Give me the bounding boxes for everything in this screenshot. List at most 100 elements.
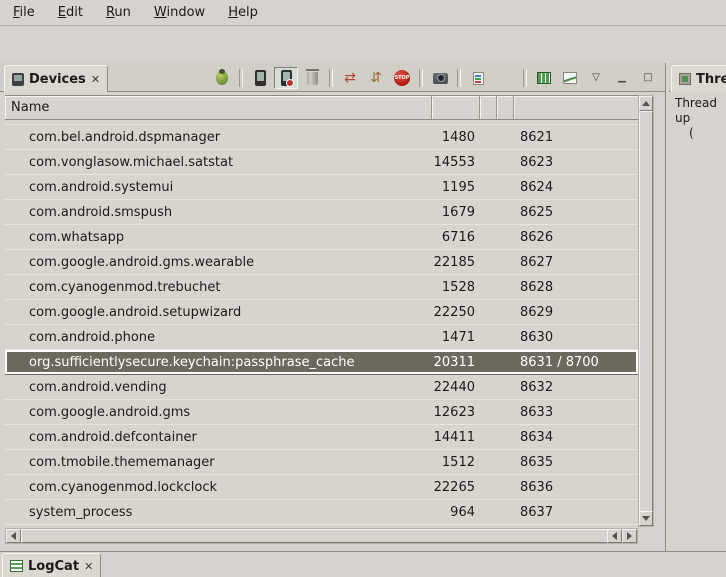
table-row[interactable]: com.whatsapp 6716 8626 xyxy=(5,225,638,250)
device-table-body: com.bel.android.dspmanager 1480 8621 com… xyxy=(5,120,638,526)
toolbar-separator xyxy=(239,69,243,87)
screen-capture-icon xyxy=(433,73,448,84)
process-port: 8632 xyxy=(514,380,638,395)
table-row[interactable]: com.android.systemui 1195 8624 xyxy=(5,175,638,200)
menu-item-help[interactable]: Help xyxy=(219,2,267,23)
process-pid: 1679 xyxy=(432,205,480,220)
arrow-left-icon xyxy=(11,532,16,540)
logcat-icon xyxy=(10,560,23,572)
vertical-scroll-thumb[interactable] xyxy=(639,111,653,513)
table-row[interactable]: system_process 964 8637 xyxy=(5,500,638,525)
minimize-button[interactable]: ▁ xyxy=(610,67,634,89)
threads-message-line2: ( xyxy=(675,126,725,141)
toolbar-separator xyxy=(523,69,527,87)
table-row[interactable]: com.cyanogenmod.trebuchet 1528 8628 xyxy=(5,275,638,300)
stop-label: STOP xyxy=(395,75,410,81)
header-col3[interactable] xyxy=(480,96,497,119)
stop-process-button[interactable]: STOP xyxy=(390,67,414,89)
process-name: com.google.android.gms.wearable xyxy=(5,255,432,270)
screen-capture-button[interactable] xyxy=(428,67,452,89)
table-row[interactable]: com.bel.android.dspmanager 1480 8621 xyxy=(5,125,638,150)
process-name: com.android.systemui xyxy=(5,180,432,195)
process-pid: 22250 xyxy=(432,305,480,320)
tab-logcat[interactable]: LogCat ✕ xyxy=(2,553,101,577)
process-name: com.vonglasow.michael.satstat xyxy=(5,155,432,170)
threads-message-line1: Thread up xyxy=(675,96,725,126)
table-row[interactable]: com.android.defcontainer 14411 8634 xyxy=(5,425,638,450)
table-row[interactable]: com.android.smspush 1679 8625 xyxy=(5,200,638,225)
header-port[interactable] xyxy=(514,96,638,119)
tab-logcat-label: LogCat xyxy=(28,559,79,574)
arrow-right-icon xyxy=(627,532,632,540)
process-pid: 1195 xyxy=(432,180,480,195)
scroll-right-button[interactable] xyxy=(622,529,637,543)
horizontal-scroll-thumb[interactable] xyxy=(21,529,608,543)
vertical-scrollbar[interactable] xyxy=(638,95,654,527)
process-name: com.whatsapp xyxy=(5,230,432,245)
process-pid: 20311 xyxy=(432,355,480,370)
columns-icon xyxy=(537,72,551,84)
close-icon[interactable]: ✕ xyxy=(91,73,100,86)
toolbar-separator xyxy=(329,69,333,87)
header-pid[interactable] xyxy=(432,96,480,119)
view-menu-icon: ▽ xyxy=(592,73,600,83)
process-name: com.google.android.setupwizard xyxy=(5,305,432,320)
table-row[interactable]: com.cyanogenmod.lockclock 22265 8636 xyxy=(5,475,638,500)
system-info-button[interactable] xyxy=(466,67,490,89)
update-threads-icon xyxy=(344,71,356,85)
tab-devices[interactable]: Devices ✕ xyxy=(4,65,108,92)
menu-item-edit[interactable]: Edit xyxy=(49,2,92,23)
table-row[interactable]: com.google.android.gms 12623 8633 xyxy=(5,400,638,425)
menu-item-file[interactable]: File xyxy=(4,2,44,23)
process-pid: 964 xyxy=(432,505,480,520)
update-threads-button[interactable] xyxy=(338,67,362,89)
process-name: com.tmobile.thememanager xyxy=(5,455,432,470)
columns-button[interactable] xyxy=(532,67,556,89)
process-port: 8625 xyxy=(514,205,638,220)
debug-button[interactable] xyxy=(210,67,234,89)
graph-button[interactable] xyxy=(558,67,582,89)
table-row[interactable]: com.android.vending 22440 8632 xyxy=(5,375,638,400)
process-port: 8624 xyxy=(514,180,638,195)
table-row[interactable]: com.google.android.gms.wearable 22185 86… xyxy=(5,250,638,275)
process-pid: 6716 xyxy=(432,230,480,245)
header-col4[interactable] xyxy=(497,96,514,119)
process-port: 8637 xyxy=(514,505,638,520)
tab-threads[interactable]: Threads xyxy=(671,65,726,92)
process-port: 8630 xyxy=(514,330,638,345)
header-name[interactable]: Name xyxy=(5,96,432,119)
method-profiling-button[interactable] xyxy=(364,67,388,89)
threads-panel: Threads Thread up ( xyxy=(669,63,726,551)
scroll-down-button[interactable] xyxy=(639,511,653,526)
table-row[interactable]: org.sufficientlysecure.keychain:passphra… xyxy=(5,350,638,375)
horizontal-scrollbar[interactable] xyxy=(5,528,638,544)
process-name: system_process xyxy=(5,505,432,520)
process-pid: 22440 xyxy=(432,380,480,395)
scroll-left-button-2[interactable] xyxy=(607,529,622,543)
trash-icon xyxy=(307,72,318,85)
process-port: 8631 / 8700 xyxy=(514,355,638,370)
device-icon xyxy=(12,73,24,86)
table-row[interactable]: com.android.phone 1471 8630 xyxy=(5,325,638,350)
maximize-button[interactable]: □ xyxy=(636,67,660,89)
arrow-left-icon xyxy=(612,532,617,540)
process-pid: 1512 xyxy=(432,455,480,470)
close-icon[interactable]: ✕ xyxy=(84,560,93,573)
menu-item-run[interactable]: Run xyxy=(97,2,140,23)
menu-item-window[interactable]: Window xyxy=(145,2,214,23)
scroll-up-button[interactable] xyxy=(639,96,653,111)
dump-hprof-button[interactable] xyxy=(274,67,298,89)
process-pid: 1471 xyxy=(432,330,480,345)
table-row[interactable]: com.tmobile.thememanager 1512 8635 xyxy=(5,450,638,475)
devices-panel: Devices ✕ STOP ▽ ▁□ Name com.bel.android.d… xyxy=(0,63,665,551)
table-row[interactable]: com.google.android.setupwizard 22250 862… xyxy=(5,300,638,325)
devices-toolbar: STOP ▽ ▁□ xyxy=(209,66,661,90)
view-menu-button[interactable]: ▽ xyxy=(584,67,608,89)
scroll-left-button[interactable] xyxy=(6,529,21,543)
table-header: Name xyxy=(5,95,638,120)
update-heap-button[interactable] xyxy=(248,67,272,89)
process-pid: 22185 xyxy=(432,255,480,270)
process-name: com.android.smspush xyxy=(5,205,432,220)
cause-gc-button[interactable] xyxy=(300,67,324,89)
table-row[interactable]: com.vonglasow.michael.satstat 14553 8623 xyxy=(5,150,638,175)
